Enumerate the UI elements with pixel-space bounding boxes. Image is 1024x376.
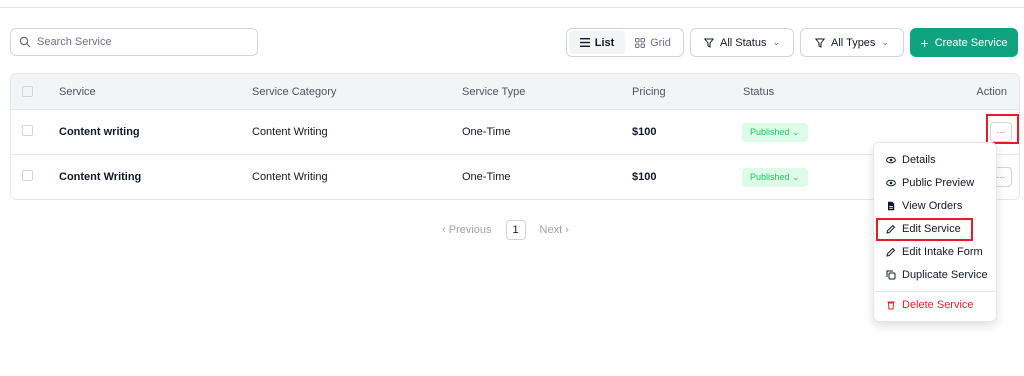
header-status[interactable]: Status <box>743 74 774 109</box>
eye-icon <box>886 156 896 164</box>
service-category: Content Writing <box>252 171 328 183</box>
copy-icon <box>886 270 896 280</box>
chevron-down-icon: ⌄ <box>772 37 780 47</box>
service-type: One-Time <box>462 126 511 138</box>
trash-icon <box>887 301 895 310</box>
create-service-button[interactable]: + Create Service <box>910 28 1018 57</box>
row-checkbox[interactable] <box>22 170 33 181</box>
action-button-highlight <box>986 114 1019 144</box>
chevron-down-icon: ⌄ <box>881 37 889 47</box>
filter-icon <box>703 38 714 48</box>
next-page-button[interactable]: Next › <box>540 224 569 236</box>
menu-item-edit-intake-form[interactable]: Edit Intake Form <box>886 246 983 258</box>
previous-page-button[interactable]: ‹ Previous <box>442 224 492 236</box>
header-pricing[interactable]: Pricing <box>632 74 666 109</box>
table-row[interactable]: Content Writing Content Writing One-Time… <box>11 154 1019 199</box>
types-filter-label: All Types <box>831 36 876 49</box>
document-icon <box>888 201 895 211</box>
list-icon <box>579 38 590 47</box>
menu-item-label: Duplicate Service <box>902 269 988 281</box>
status-badge[interactable]: Published ⌄ <box>742 155 808 199</box>
service-name[interactable]: Content writing <box>59 110 140 154</box>
menu-divider <box>874 291 996 292</box>
previous-label: Previous <box>448 224 492 236</box>
menu-item-label: View Orders <box>902 200 963 212</box>
menu-item-label: Edit Intake Form <box>902 246 983 258</box>
status-filter-dropdown[interactable]: All Status ⌄ <box>690 28 794 57</box>
menu-item-view-orders[interactable]: View Orders <box>886 200 962 212</box>
services-table: Service Service Category Service Type Pr… <box>10 73 1020 200</box>
status-filter-label: All Status <box>719 36 767 49</box>
table-header: Service Service Category Service Type Pr… <box>11 74 1019 109</box>
status-badge[interactable]: Published ⌄ <box>742 110 808 154</box>
eye-icon <box>886 179 896 187</box>
page-number-button[interactable]: 1 <box>505 220 526 240</box>
menu-item-label: Details <box>902 154 936 166</box>
grid-view-label: Grid <box>650 36 671 49</box>
header-type[interactable]: Service Type <box>462 74 525 109</box>
list-view-label: List <box>594 36 615 49</box>
row-checkbox[interactable] <box>22 125 33 136</box>
header-category[interactable]: Service Category <box>252 74 336 109</box>
status-label: Published <box>750 171 790 182</box>
edit-service-highlight <box>876 218 973 241</box>
search-input[interactable] <box>37 36 247 48</box>
menu-item-delete-service[interactable]: Delete Service <box>886 299 974 311</box>
menu-item-label: Public Preview <box>902 177 975 189</box>
service-pricing: $100 <box>632 126 657 138</box>
grid-view-button[interactable]: Grid <box>625 31 681 54</box>
header-service[interactable]: Service <box>59 74 96 109</box>
service-type: One-Time <box>462 171 511 183</box>
service-pricing: $100 <box>632 171 657 183</box>
types-filter-dropdown[interactable]: All Types ⌄ <box>800 28 904 57</box>
pagination: ‹ Previous 1 Next › <box>442 220 569 240</box>
filter-icon <box>815 38 825 48</box>
create-service-label: Create Service <box>934 36 1008 49</box>
service-category: Content Writing <box>252 126 328 138</box>
view-toggle: List Grid <box>566 28 684 57</box>
menu-item-duplicate-service[interactable]: Duplicate Service <box>886 269 988 281</box>
status-label: Published <box>750 126 790 137</box>
list-view-button[interactable]: List <box>569 31 625 54</box>
search-box[interactable] <box>10 28 258 56</box>
select-all-checkbox[interactable] <box>22 86 33 97</box>
edit-icon <box>886 247 896 257</box>
plus-icon: + <box>920 34 929 51</box>
search-icon <box>19 36 31 48</box>
menu-item-public-preview[interactable]: Public Preview <box>886 177 974 189</box>
service-name[interactable]: Content Writing <box>59 155 141 199</box>
header-action: Action <box>976 85 1007 98</box>
table-row[interactable]: Content writing Content Writing One-Time… <box>11 109 1019 154</box>
menu-item-details[interactable]: Details <box>886 154 936 166</box>
menu-item-label: Delete Service <box>902 299 974 311</box>
grid-icon <box>635 37 646 48</box>
header-divider <box>0 7 1024 8</box>
next-label: Next <box>539 224 563 236</box>
